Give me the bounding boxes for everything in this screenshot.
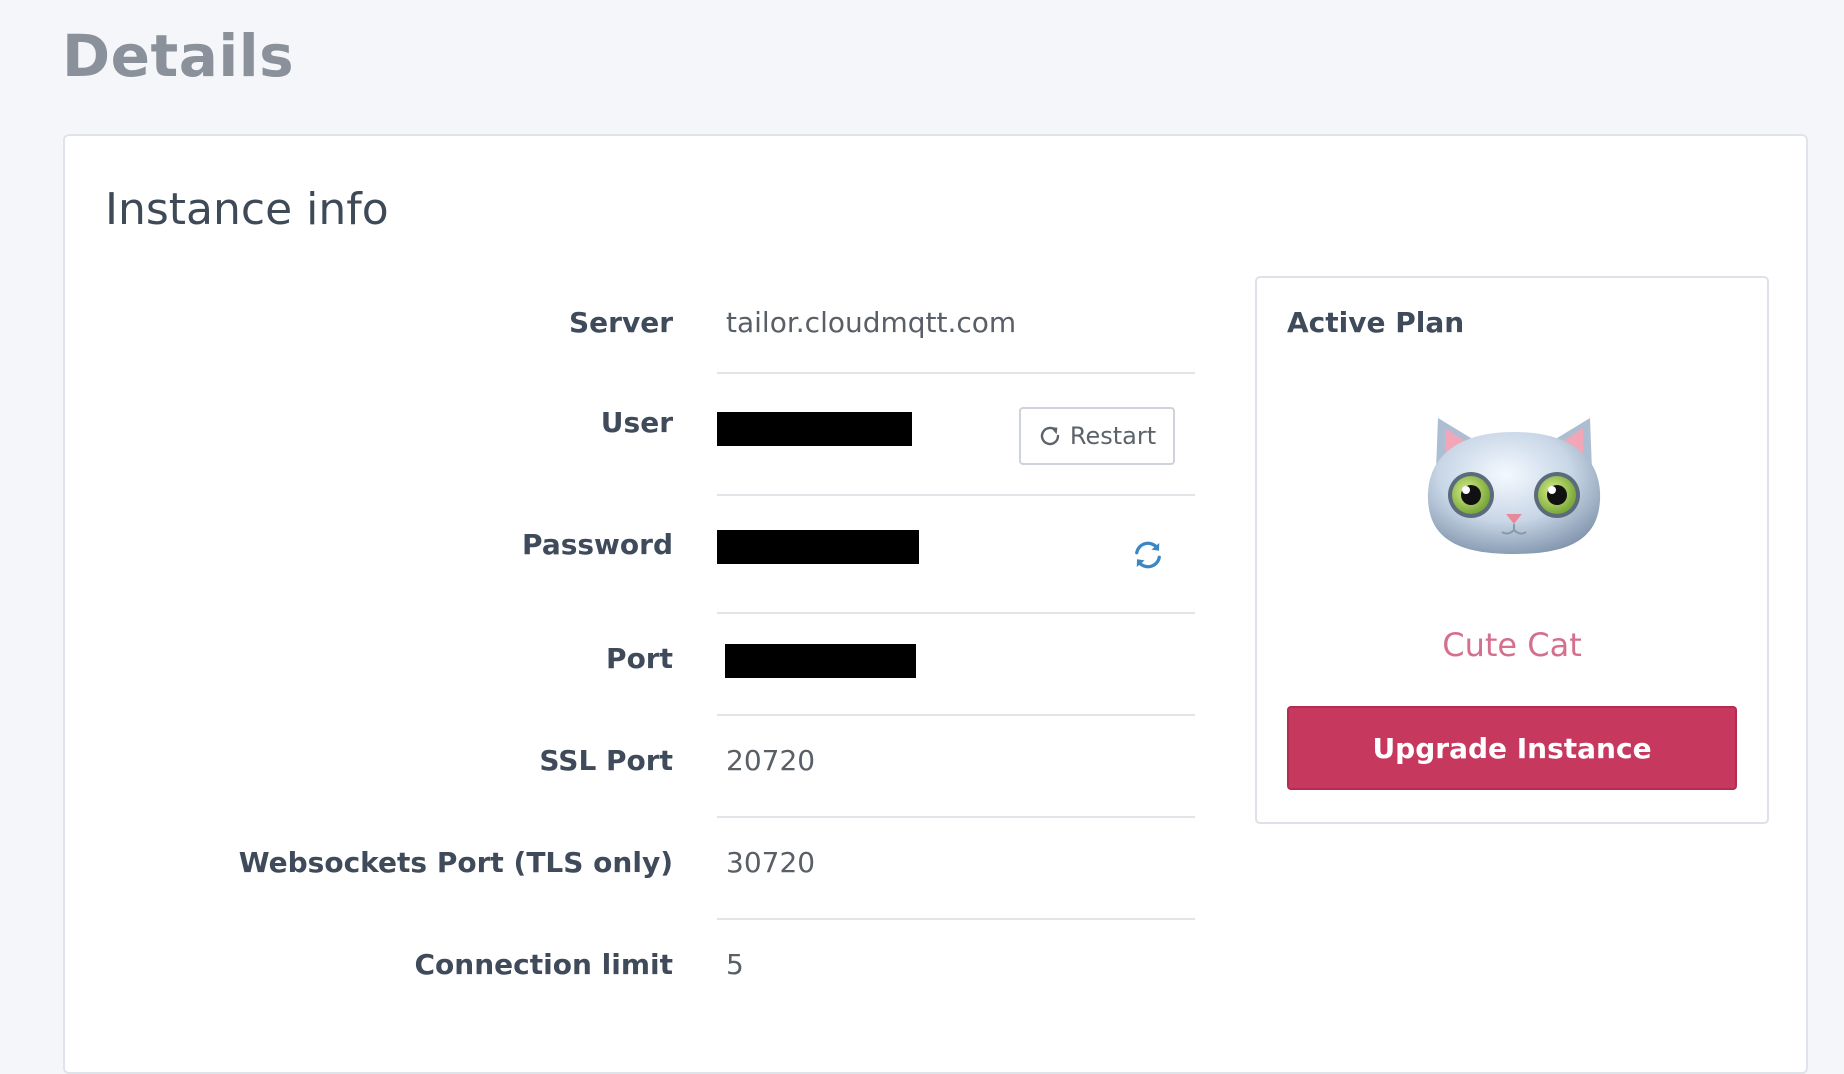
active-plan-panel: Active Plan Cute Cat Upgrade Instance xyxy=(1255,276,1769,824)
info-row-server: Server tailor.cloudmqtt.com xyxy=(65,306,1195,406)
divider xyxy=(717,816,1195,818)
password-label: Password xyxy=(522,528,673,561)
server-value: tailor.cloudmqtt.com xyxy=(726,306,1017,339)
refresh-icon xyxy=(1135,541,1161,568)
restart-button[interactable]: Restart xyxy=(1019,407,1175,465)
rotate-password-button[interactable] xyxy=(1128,536,1168,576)
plan-name: Cute Cat xyxy=(1442,626,1582,664)
password-redaction xyxy=(717,530,919,564)
restart-label: Restart xyxy=(1069,422,1157,450)
port-label: Port xyxy=(606,642,673,675)
port-redaction xyxy=(725,644,916,678)
ssl-port-value: 20720 xyxy=(726,744,816,777)
connection-limit-label: Connection limit xyxy=(414,948,674,981)
card-title: Instance info xyxy=(105,184,389,235)
info-row-websockets-port: Websockets Port (TLS only) 30720 xyxy=(65,846,1195,946)
restart-icon xyxy=(1040,426,1060,446)
websockets-port-value: 30720 xyxy=(726,846,816,879)
websockets-port-label: Websockets Port (TLS only) xyxy=(238,846,673,879)
connection-limit-value: 5 xyxy=(726,948,744,981)
info-row-connection-limit: Connection limit 5 xyxy=(65,948,1195,1048)
page-title: Details xyxy=(62,22,295,90)
upgrade-instance-button[interactable]: Upgrade Instance xyxy=(1287,706,1737,790)
divider xyxy=(717,714,1195,716)
active-plan-heading: Active Plan xyxy=(1287,306,1465,339)
divider xyxy=(717,612,1195,614)
user-label: User xyxy=(600,406,673,439)
user-redaction xyxy=(717,412,912,446)
instance-info-card: Instance info Server tailor.cloudmqtt.co… xyxy=(63,134,1808,1074)
divider xyxy=(717,494,1195,496)
ssl-port-label: SSL Port xyxy=(539,744,673,777)
info-row-port: Port xyxy=(65,642,1195,742)
divider xyxy=(717,372,1195,374)
cat-mascot-icon xyxy=(1427,418,1601,554)
divider xyxy=(717,918,1195,920)
info-row-ssl-port: SSL Port 20720 xyxy=(65,744,1195,844)
server-label: Server xyxy=(568,306,673,339)
